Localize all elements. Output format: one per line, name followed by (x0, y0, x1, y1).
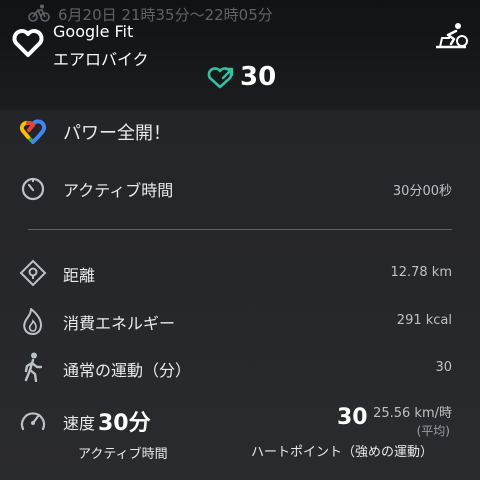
move-minutes-label: 通常の運動（分） (63, 361, 192, 380)
activity-name: エアロバイク (53, 50, 149, 69)
summary-heart-points-caption: ハートポイント（強めの運動） (251, 445, 434, 460)
distance-label: 距離 (63, 266, 96, 285)
timer-icon (21, 177, 45, 201)
summary-active-time-caption: アクティブ時間 (78, 447, 168, 462)
stationary-bike-icon[interactable] (434, 22, 468, 50)
location-pin-icon (19, 259, 47, 287)
section-divider (28, 229, 452, 230)
summary-active-time-value: 30分 (98, 411, 151, 436)
heart-arrow-icon (207, 67, 234, 89)
google-fit-heart-icon (12, 29, 44, 57)
energy-value: 291 kcal (396, 313, 452, 328)
speed-value: 25.56 km/時 (373, 406, 452, 421)
google-fit-color-heart-icon (19, 119, 47, 144)
flame-icon (23, 308, 42, 335)
distance-value: 12.78 km (390, 265, 452, 280)
active-time-label: アクティブ時間 (63, 181, 174, 200)
speed-label: 速度 (63, 414, 96, 433)
active-time-value: 30分00秒 (392, 184, 452, 199)
app-name: Google Fit (53, 22, 134, 41)
energy-label: 消費エネルギー (63, 314, 176, 333)
bike-small-icon (28, 4, 50, 22)
speedometer-icon (20, 412, 46, 431)
move-minutes-value: 30 (435, 360, 452, 375)
heart-points-value: 30 (240, 62, 277, 92)
achievement-label: パワー全開！ (63, 123, 171, 144)
walking-person-icon (24, 352, 43, 382)
summary-heart-points-value: 30 (337, 405, 368, 430)
speed-note: (平均) (416, 424, 450, 438)
